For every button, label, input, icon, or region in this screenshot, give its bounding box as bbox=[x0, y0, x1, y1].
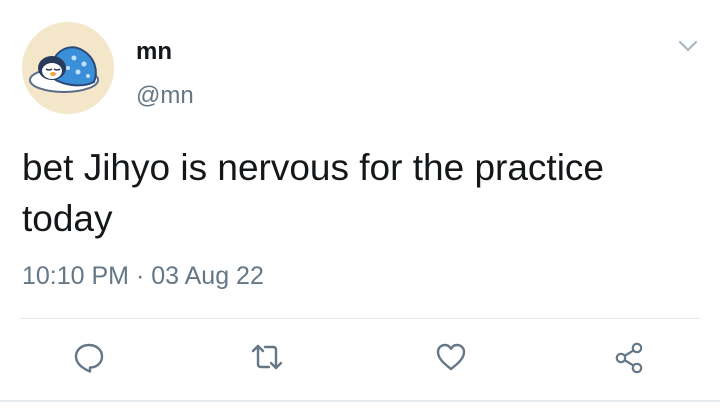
divider bbox=[20, 318, 700, 319]
timestamp-separator: · bbox=[135, 262, 145, 290]
user-handle[interactable]: @mn bbox=[136, 82, 194, 110]
retweet-button[interactable] bbox=[248, 338, 286, 376]
heart-icon bbox=[436, 343, 466, 371]
bottom-border bbox=[0, 400, 720, 402]
tweet-date: 03 Aug 22 bbox=[151, 262, 264, 290]
retweet-icon bbox=[251, 344, 283, 370]
reply-icon bbox=[74, 343, 104, 373]
share-button[interactable] bbox=[610, 338, 648, 376]
avatar[interactable] bbox=[22, 22, 114, 114]
tweet-timestamp[interactable]: 10:10 PM · 03 Aug 22 bbox=[22, 262, 264, 291]
tweet-time: 10:10 PM bbox=[22, 262, 130, 290]
reply-button[interactable] bbox=[70, 338, 108, 376]
tweet-text: bet Jihyo is nervous for the practice to… bbox=[22, 147, 605, 239]
share-icon bbox=[615, 342, 643, 374]
display-name[interactable]: mn bbox=[136, 38, 172, 66]
tweet-card: mn @mn bet Jihyo is nervous for the prac… bbox=[0, 0, 720, 412]
chevron-down-icon[interactable] bbox=[676, 36, 700, 56]
penguin-avatar-icon bbox=[29, 46, 99, 93]
like-button[interactable] bbox=[432, 338, 470, 376]
